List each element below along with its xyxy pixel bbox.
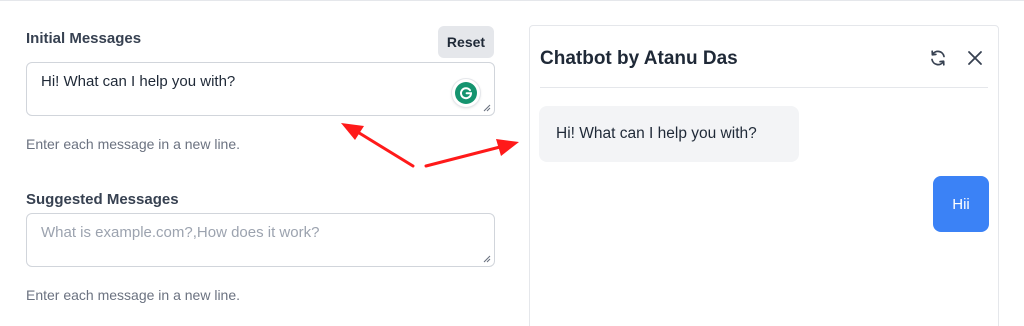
bot-message-bubble: Hi! What can I help you with? (539, 106, 799, 162)
resize-handle-icon[interactable] (482, 254, 491, 263)
suggested-messages-placeholder: What is example.com?,How does it work? (41, 224, 320, 241)
suggested-messages-label: Suggested Messages (26, 191, 179, 208)
reset-button[interactable]: Reset (438, 26, 494, 58)
resize-handle-icon[interactable] (482, 103, 491, 112)
chat-preview-panel: Chatbot by Atanu Das Hi! What can I help… (529, 25, 999, 326)
chat-title: Chatbot by Atanu Das (540, 48, 738, 69)
user-message-bubble: Hii (933, 176, 989, 232)
initial-messages-value: Hi! What can I help you with? (41, 73, 236, 90)
refresh-icon[interactable] (927, 47, 949, 69)
initial-messages-textarea[interactable]: Hi! What can I help you with? (26, 62, 495, 116)
initial-messages-label: Initial Messages (26, 30, 142, 47)
top-divider (0, 0, 1024, 1)
chat-header-divider (540, 87, 988, 88)
close-icon[interactable] (964, 47, 986, 69)
grammarly-icon[interactable] (452, 79, 480, 107)
annotation-arrow-right (424, 139, 519, 168)
chatbot-settings-page: Initial Messages Reset Hi! What can I he… (0, 0, 1024, 326)
initial-messages-helper: Enter each message in a new line. (26, 136, 241, 152)
suggested-messages-textarea[interactable]: What is example.com?,How does it work? (26, 213, 495, 267)
annotation-arrow-left (341, 123, 415, 168)
suggested-messages-helper: Enter each message in a new line. (26, 287, 241, 303)
